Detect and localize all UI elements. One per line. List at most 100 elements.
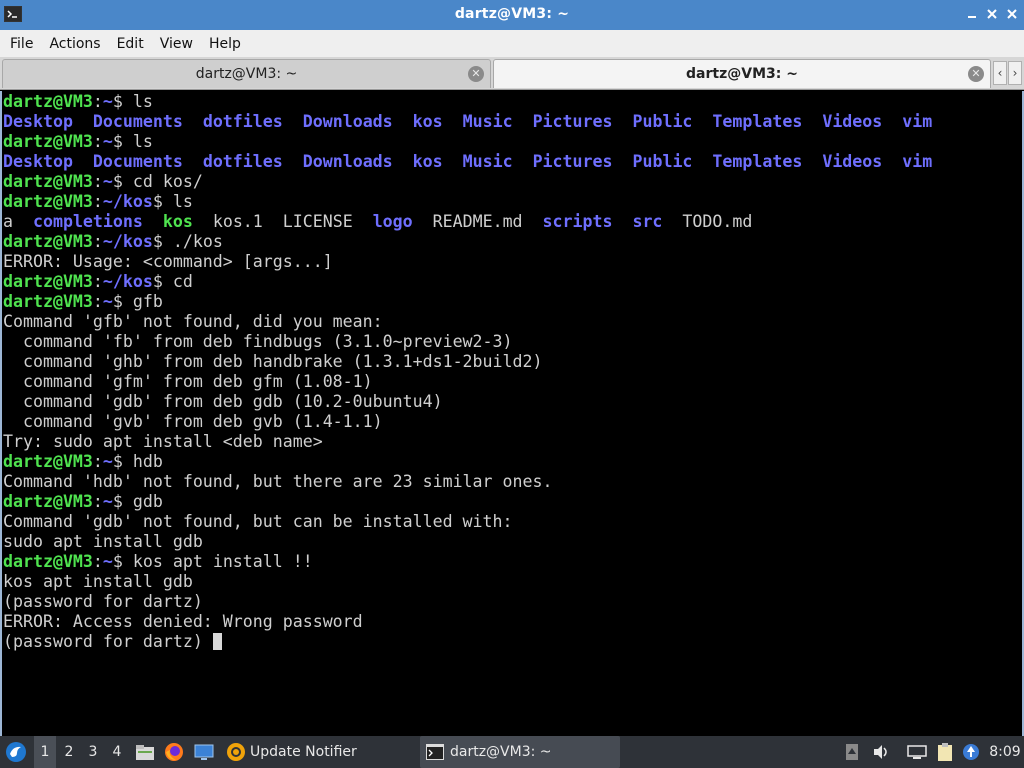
network-icon[interactable] — [906, 736, 928, 768]
prompt-user: dartz@VM3 — [3, 192, 93, 211]
task-label: Update Notifier — [250, 744, 357, 760]
terminal-text: kos — [412, 152, 443, 171]
desktop-icon[interactable] — [192, 736, 216, 768]
update-icon[interactable] — [960, 736, 982, 768]
scroll-up-icon[interactable] — [844, 736, 860, 768]
terminal-line: Desktop Documents dotfiles Downloads kos… — [3, 112, 932, 132]
terminal-line: a completions kos kos.1 LICENSE logo REA… — [3, 212, 932, 232]
workspace-3[interactable]: 3 — [82, 736, 104, 768]
workspace-1[interactable]: 1 — [34, 736, 56, 768]
tab-close-icon[interactable]: ✕ — [468, 66, 484, 82]
terminal-text: $ hdb — [112, 452, 163, 471]
terminal-text: ERROR: Usage: <command> [args...] — [3, 252, 333, 271]
tab-label: dartz@VM3: ~ — [686, 66, 798, 82]
maximize-icon[interactable] — [984, 6, 1000, 22]
prompt-path: ~ — [102, 92, 113, 111]
menu-edit[interactable]: Edit — [109, 36, 152, 52]
terminal-line: ERROR: Usage: <command> [args...] — [3, 252, 932, 272]
firefox-icon[interactable] — [162, 736, 186, 768]
terminal-text: Downloads — [302, 152, 393, 171]
terminal-text: : — [92, 132, 103, 151]
clipboard-icon[interactable] — [934, 736, 956, 768]
prompt-user: dartz@VM3 — [3, 492, 93, 511]
terminal-text: Videos — [822, 112, 883, 131]
terminal-text: command 'ghb' from deb handbrake (1.3.1+… — [3, 352, 543, 371]
workspace-4[interactable]: 4 — [106, 736, 128, 768]
menu-actions[interactable]: Actions — [41, 36, 108, 52]
terminal-text: Pictures — [532, 112, 613, 131]
window-titlebar[interactable]: dartz@VM3: ~ — [0, 0, 1024, 30]
task-terminal[interactable]: dartz@VM3: ~ — [420, 736, 620, 768]
terminal-line: command 'gdb' from deb gdb (10.2-0ubuntu… — [3, 392, 932, 412]
prompt-path: ~ — [102, 552, 113, 571]
terminal-text: : — [92, 92, 103, 111]
menu-file[interactable]: File — [2, 36, 41, 52]
prompt-user: dartz@VM3 — [3, 172, 93, 191]
terminal-text: $ gdb — [112, 492, 163, 511]
prompt-path: ~ — [102, 292, 113, 311]
workspace-2[interactable]: 2 — [58, 736, 80, 768]
terminal-text: $ ls — [112, 92, 153, 111]
clock[interactable]: 8:09 — [988, 736, 1022, 768]
terminal-line: kos apt install gdb — [3, 572, 932, 592]
prompt-path: ~ — [102, 132, 113, 151]
prompt-path: ~/kos — [102, 272, 153, 291]
file-manager-icon[interactable] — [134, 736, 156, 768]
terminal-text: sudo apt install gdb — [3, 532, 203, 551]
terminal-line: Command 'gdb' not found, but can be inst… — [3, 512, 932, 532]
terminal-line: dartz@VM3:~$ cd kos/ — [3, 172, 932, 192]
terminal-line: dartz@VM3:~$ kos apt install !! — [3, 552, 932, 572]
terminal-text: $ cd — [152, 272, 193, 291]
menu-view[interactable]: View — [152, 36, 201, 52]
terminal-text: Try: sudo apt install <deb name> — [3, 432, 323, 451]
tab-terminal-2[interactable]: dartz@VM3: ~ ✕ — [493, 59, 991, 88]
minimize-icon[interactable] — [964, 6, 980, 22]
menu-bar: File Actions Edit View Help — [0, 30, 1024, 57]
terminal-text: logo — [372, 212, 413, 231]
terminal-text: kos — [412, 112, 443, 131]
terminal-line: Command 'hdb' not found, but there are 2… — [3, 472, 932, 492]
terminal-text: : — [92, 232, 103, 251]
terminal-line: Desktop Documents dotfiles Downloads kos… — [3, 152, 932, 172]
terminal-text: Templates — [712, 152, 803, 171]
prompt-user: dartz@VM3 — [3, 452, 93, 471]
terminal-text: Documents — [92, 112, 183, 131]
prompt-path: ~ — [102, 492, 113, 511]
prompt-user: dartz@VM3 — [3, 132, 93, 151]
tab-terminal-1[interactable]: dartz@VM3: ~ ✕ — [2, 59, 491, 88]
prompt-path: ~ — [102, 452, 113, 471]
window-title: dartz@VM3: ~ — [454, 6, 570, 22]
terminal-text: : — [92, 492, 103, 511]
tab-scroll-left-icon[interactable]: ‹ — [993, 61, 1007, 85]
prompt-path: ~/kos — [102, 192, 153, 211]
terminal-text: Pictures — [532, 152, 613, 171]
terminal-line: dartz@VM3:~$ ls — [3, 132, 932, 152]
terminal-text: : — [92, 192, 103, 211]
tab-close-icon[interactable]: ✕ — [968, 66, 984, 82]
start-menu-icon[interactable] — [4, 736, 28, 768]
terminal-text: Documents — [92, 152, 183, 171]
terminal-text: kos apt install gdb — [3, 572, 193, 591]
close-icon[interactable] — [1004, 6, 1020, 22]
terminal-text: : — [92, 272, 103, 291]
task-update-notifier[interactable]: Update Notifier — [222, 736, 412, 768]
terminal-view[interactable]: dartz@VM3:~$ ls Desktop Documents dotfile… — [0, 91, 1024, 736]
terminal-text: Templates — [712, 112, 803, 131]
task-label: dartz@VM3: ~ — [450, 744, 552, 760]
volume-icon[interactable] — [870, 736, 892, 768]
menu-help[interactable]: Help — [201, 36, 249, 52]
tab-scroll-right-icon[interactable]: › — [1008, 61, 1022, 85]
